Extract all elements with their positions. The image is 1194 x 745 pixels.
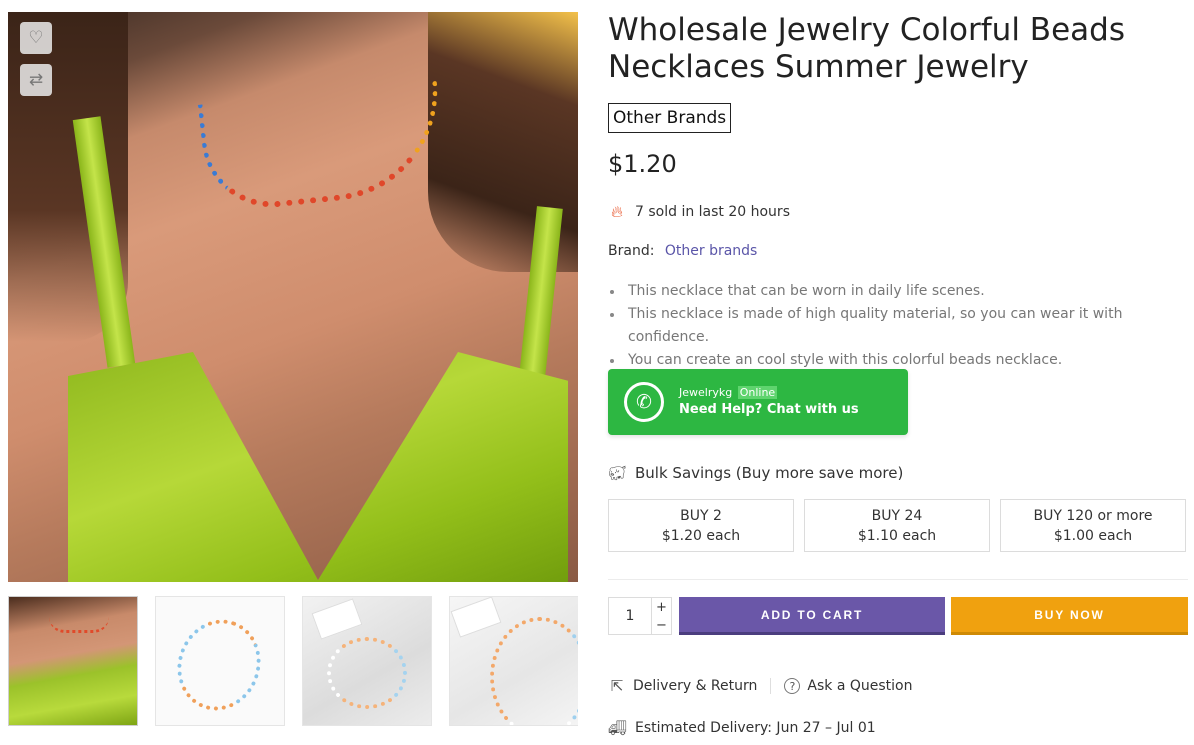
tier-price: $1.00 each xyxy=(1053,527,1133,544)
share-box-icon: ⇱ xyxy=(610,677,624,695)
tier-qty: BUY 24 xyxy=(871,507,923,524)
thumbnail-necklace xyxy=(327,637,407,709)
whatsapp-status: Online xyxy=(737,386,778,399)
ask-question-link[interactable]: ? Ask a Question xyxy=(784,678,912,694)
sold-counter: 🔥︎ 7 sold in last 20 hours xyxy=(608,202,790,222)
ask-question-label: Ask a Question xyxy=(807,678,913,694)
feature-item: This necklace that can be worn in daily … xyxy=(608,280,1188,303)
bulk-savings-title: Bulk Savings (Buy more save more) xyxy=(635,464,904,482)
quantity-increase-button[interactable]: + xyxy=(652,598,671,616)
bulk-tier-120[interactable]: BUY 120 or more $1.00 each xyxy=(1000,499,1186,552)
buy-now-button[interactable]: BUY NOW xyxy=(951,597,1188,635)
brand-link[interactable]: Other brands xyxy=(665,243,757,259)
brand-label: Brand: xyxy=(608,243,655,259)
bulk-savings-header: 🐖︎ Bulk Savings (Buy more save more) xyxy=(608,464,903,482)
thumbnail-card xyxy=(450,597,502,638)
add-to-cart-button[interactable]: ADD TO CART xyxy=(679,597,945,635)
quantity-steps: + − xyxy=(651,598,671,634)
thumbnail-3[interactable] xyxy=(302,596,432,726)
delivery-return-link[interactable]: ⇱ Delivery & Return xyxy=(608,677,758,695)
question-icon: ? xyxy=(784,678,801,694)
section-divider xyxy=(608,579,1188,580)
main-product-image[interactable] xyxy=(8,12,578,582)
vendor-badge[interactable]: Other Brands xyxy=(608,103,732,133)
feature-item: This necklace is made of high quality ma… xyxy=(608,303,1188,349)
thumbnail-necklace xyxy=(490,617,578,725)
image-necklace xyxy=(197,79,449,215)
thumbnail-necklace xyxy=(49,617,109,633)
brand-line: Brand: Other brands xyxy=(608,243,757,259)
quantity-stepper: 1 + − xyxy=(608,597,672,635)
link-separator xyxy=(770,678,772,694)
compare-button[interactable]: ⇄ xyxy=(20,64,52,96)
product-price: $1.20 xyxy=(608,150,677,178)
tier-price: $1.20 each xyxy=(661,527,741,544)
delivery-return-label: Delivery & Return xyxy=(633,678,758,694)
heart-icon: ♡ xyxy=(28,28,44,48)
sold-text: 7 sold in last 20 hours xyxy=(635,204,790,220)
quantity-input[interactable]: 1 xyxy=(609,598,651,634)
fire-icon: 🔥︎ xyxy=(611,202,623,221)
tier-qty: BUY 2 xyxy=(680,507,722,524)
wishlist-button[interactable]: ♡ xyxy=(20,22,52,54)
estimated-delivery: 🚚︎ Estimated Delivery: Jun 27 – Jul 01 xyxy=(608,719,876,737)
thumbnail-2[interactable] xyxy=(155,596,285,726)
estimated-delivery-text: Estimated Delivery: Jun 27 – Jul 01 xyxy=(635,720,876,736)
piggy-bank-icon: 🐖︎ xyxy=(608,464,628,482)
thumbnail-strip xyxy=(8,596,578,726)
whatsapp-agent-name: Jewelrykg xyxy=(679,386,733,399)
whatsapp-agent: Jewelrykg Online xyxy=(679,385,859,400)
thumbnail-1[interactable] xyxy=(8,596,138,726)
truck-icon: 🚚︎ xyxy=(608,719,628,737)
whatsapp-chat-button[interactable]: ✆ Jewelrykg Online Need Help? Chat with … xyxy=(608,369,908,435)
quantity-decrease-button[interactable]: − xyxy=(652,616,671,634)
tier-price: $1.10 each xyxy=(857,527,937,544)
thumbnail-card xyxy=(311,598,363,640)
thumbnail-necklace xyxy=(164,607,274,723)
whatsapp-cta: Need Help? Chat with us xyxy=(679,402,859,417)
product-title: Wholesale Jewelry Colorful Beads Necklac… xyxy=(608,12,1125,85)
compare-arrows-icon: ⇄ xyxy=(28,70,44,90)
bulk-tiers: BUY 2 $1.20 each BUY 24 $1.10 each BUY 1… xyxy=(608,499,1186,552)
whatsapp-icon: ✆ xyxy=(624,382,664,422)
tier-qty: BUY 120 or more xyxy=(1033,507,1153,524)
bulk-tier-2[interactable]: BUY 2 $1.20 each xyxy=(608,499,794,552)
bulk-tier-24[interactable]: BUY 24 $1.10 each xyxy=(804,499,990,552)
thumbnail-4[interactable] xyxy=(449,596,578,726)
feature-list: This necklace that can be worn in daily … xyxy=(608,280,1188,372)
product-links: ⇱ Delivery & Return ? Ask a Question xyxy=(608,677,913,695)
whatsapp-text: Jewelrykg Online Need Help? Chat with us xyxy=(679,385,859,419)
image-green-top xyxy=(68,352,568,582)
